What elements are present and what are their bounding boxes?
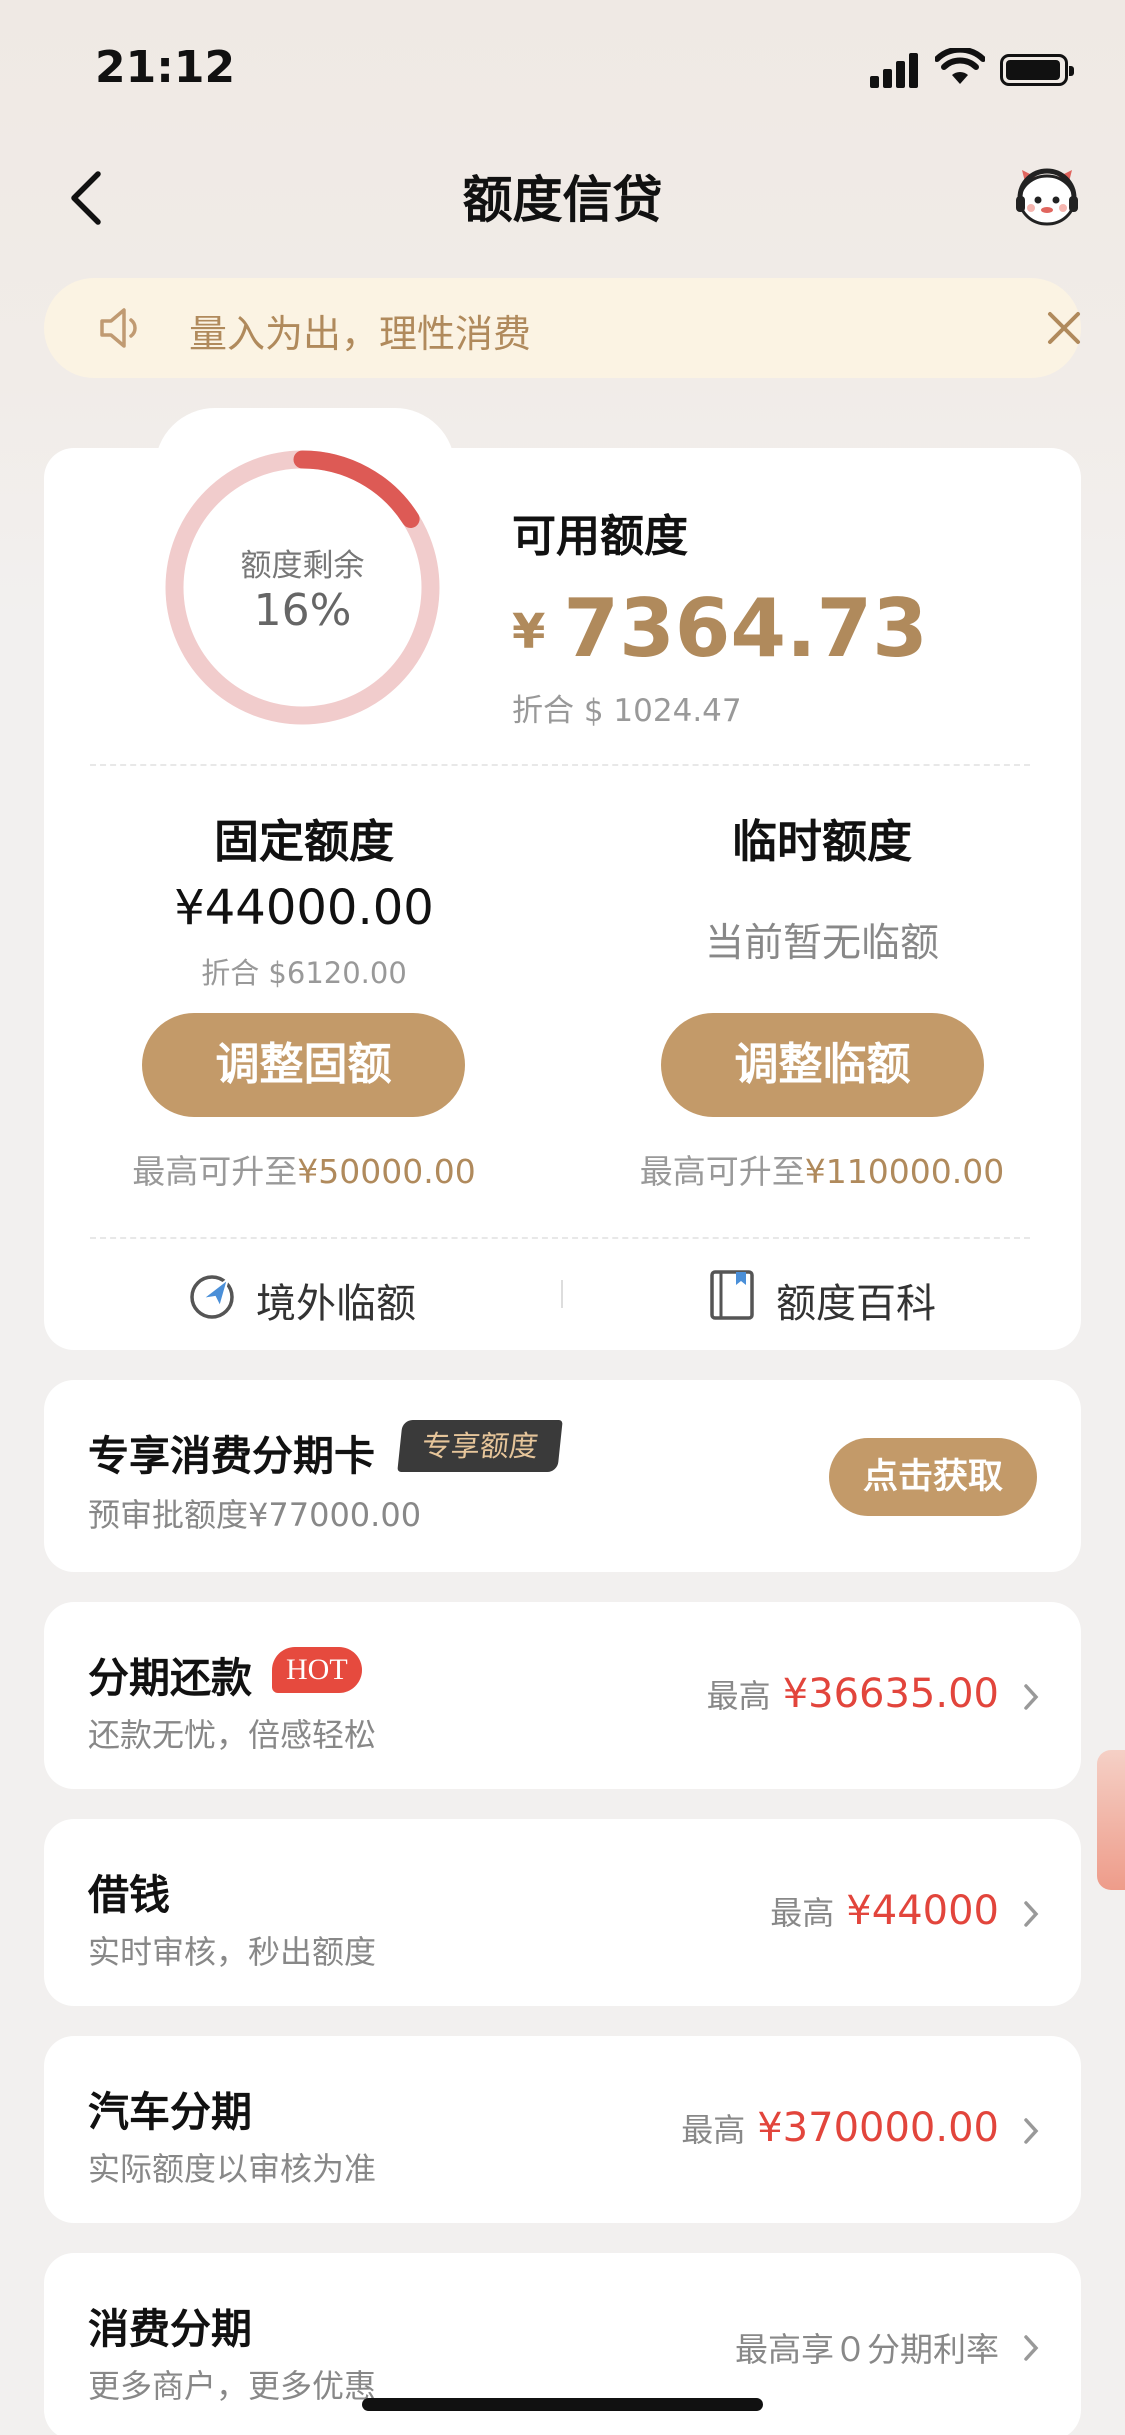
floating-gift-tab[interactable] (1097, 1750, 1125, 1890)
fixed-max-value: ¥50000.00 (297, 1152, 476, 1191)
product-max-amount: 最高 ¥44000 (770, 1888, 999, 1934)
product-max-value: ¥36635.00 (782, 1671, 999, 1717)
status-time: 21:12 (95, 42, 236, 93)
currency-symbol: ¥ (512, 604, 546, 660)
temp-quota-title: 临时额度 (731, 815, 912, 868)
separator (561, 1280, 563, 1308)
product-title: 分期还款 (88, 1654, 252, 1702)
exclusive-subtitle: 预审批额度¥77000.00 (88, 1496, 422, 1534)
ring-percent: 16% (253, 585, 352, 636)
wifi-icon (935, 48, 985, 84)
fixed-max-prefix: 最高可升至 (132, 1152, 298, 1191)
product-title: 消费分期 (88, 2305, 252, 2353)
product-max-amount: 最高 ¥370000.00 (681, 2105, 999, 2151)
divider (90, 1237, 1030, 1239)
book-icon (710, 1270, 754, 1320)
fixed-quota-amount: ¥44000.00 (174, 880, 434, 936)
chevron-right-icon (1024, 1684, 1039, 1710)
ring-label: 额度剩余 (240, 548, 365, 584)
notice-bar: 量入为出，理性消费 (44, 278, 1081, 378)
adjust-temp-quota-button[interactable]: 调整临额 (661, 1013, 984, 1117)
product-max-amount: 最高 ¥36635.00 (707, 1671, 999, 1717)
product-subtitle: 实际额度以审核为准 (88, 2150, 377, 2188)
customer-service-mascot-icon[interactable] (1012, 164, 1082, 230)
temp-max-prefix: 最高可升至 (639, 1152, 805, 1191)
temp-quota-empty: 当前暂无临额 (704, 921, 939, 966)
product-row[interactable]: 借钱 实时审核，秒出额度 最高 ¥44000 (44, 1819, 1081, 2006)
product-max-prefix: 最高 (770, 1894, 835, 1932)
chevron-right-icon (1024, 1901, 1039, 1927)
exclusive-title: 专享消费分期卡 (88, 1432, 375, 1480)
chevron-right-icon (1024, 2335, 1039, 2361)
exclusive-badge: 专享额度 (397, 1420, 563, 1472)
quota-wiki-label: 额度百科 (776, 1281, 936, 1327)
product-promo-text: 最高享０分期利率 (735, 2330, 999, 2369)
exclusive-installment-card[interactable]: 专享消费分期卡 专享额度 预审批额度¥77000.00 点击获取 (44, 1380, 1081, 1572)
plane-globe-icon (190, 1275, 234, 1319)
product-title: 借钱 (88, 1871, 170, 1919)
available-amount-value: 7364.73 (563, 582, 928, 675)
product-max-value: ¥44000 (846, 1888, 999, 1934)
product-subtitle: 更多商户，更多优惠 (88, 2367, 377, 2405)
notice-text: 量入为出，理性消费 (189, 312, 532, 356)
product-row[interactable]: 分期还款 HOT 还款无忧，倍感轻松 最高 ¥36635.00 (44, 1602, 1081, 1789)
product-title: 汽车分期 (88, 2088, 252, 2136)
adjust-fixed-quota-button[interactable]: 调整固额 (142, 1013, 465, 1117)
close-icon[interactable] (1044, 308, 1084, 348)
product-max-prefix: 最高 (681, 2111, 746, 2149)
divider (90, 764, 1030, 766)
product-subtitle: 还款无忧，倍感轻松 (88, 1716, 377, 1754)
temp-max-value: ¥110000.00 (804, 1152, 1005, 1191)
product-max-prefix: 最高 (706, 1677, 771, 1715)
home-indicator (362, 2398, 763, 2411)
available-quota-usd: 折合 $ 1024.47 (512, 693, 742, 729)
product-subtitle: 实时审核，秒出额度 (88, 1933, 377, 1971)
hot-badge: HOT (272, 1647, 362, 1693)
product-max-value: ¥370000.00 (757, 2105, 999, 2151)
chevron-right-icon (1024, 2118, 1039, 2144)
product-row[interactable]: 汽车分期 实际额度以审核为准 最高 ¥370000.00 (44, 2036, 1081, 2223)
fixed-quota-usd: 折合 $6120.00 (201, 956, 407, 990)
overseas-temp-quota-label: 境外临额 (256, 1281, 416, 1327)
temp-max-text: 最高可升至¥110000.00 (562, 1145, 1082, 1193)
signal-icon (870, 52, 918, 88)
page-title: 额度信贷 (462, 171, 663, 229)
status-bar: 21:12 (0, 0, 1125, 140)
get-now-button[interactable]: 点击获取 (829, 1438, 1037, 1516)
speaker-icon (100, 308, 137, 348)
available-quota-amount: ¥7364.73 (512, 582, 928, 675)
fixed-max-text: 最高可升至¥50000.00 (44, 1145, 564, 1193)
available-quota-label: 可用额度 (512, 511, 688, 562)
battery-icon (1000, 54, 1074, 86)
fixed-quota-title: 固定额度 (213, 815, 394, 868)
